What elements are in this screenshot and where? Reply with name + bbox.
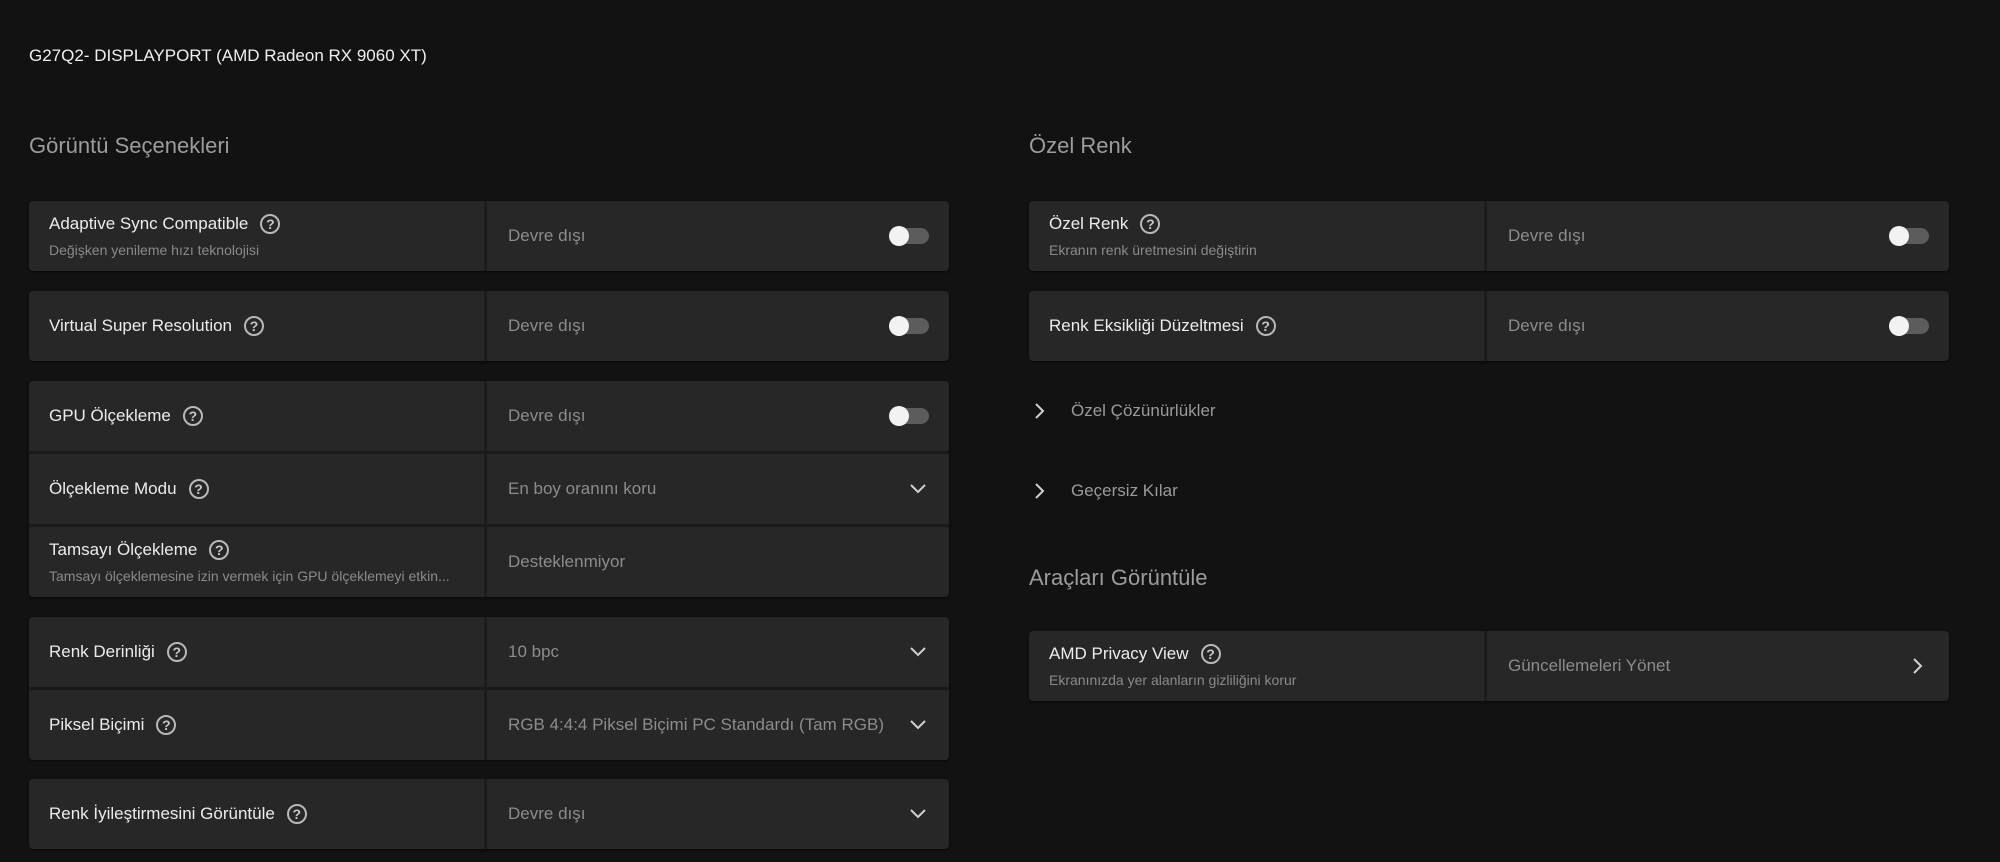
custom-resolutions-label: Özel Çözünürlükler [1071,401,1216,420]
help-icon[interactable]: ? [244,316,265,336]
integer-scaling-label: Tamsayı Ölçekleme [49,540,198,559]
color-depth-dropdown[interactable]: Renk Derinliği ? 10 bpc [29,617,949,687]
adaptive-sync-subtitle: Değişken yenileme hızı teknolojisi [49,242,260,258]
color-deficiency-value: Devre dışı [1508,316,1586,335]
custom-color-card: Özel Renk ? Ekranın renk üretmesini deği… [1029,201,1949,271]
gpu-scaling-toggle[interactable] [889,406,929,426]
color-depth-label: Renk Derinliği [49,642,155,661]
help-icon[interactable]: ? [1255,316,1276,336]
overrides-label: Geçersiz Kılar [1071,481,1178,500]
manage-updates-link[interactable]: Güncellemeleri Yönet [1508,656,1670,676]
scaling-mode-dropdown[interactable]: Ölçekleme Modu ? En boy oranını koru [29,451,949,524]
custom-resolutions-expander[interactable]: Özel Çözünürlükler [1029,400,1216,422]
chevron-down-icon[interactable] [907,478,929,500]
section-title-custom-color: Özel Renk [1029,133,1132,158]
overrides-expander[interactable]: Geçersiz Kılar [1029,480,1178,502]
display-name: G27Q2- DISPLAYPORT (AMD Radeon RX 9060 X… [29,46,427,65]
privacy-view-label: AMD Privacy View [1049,644,1189,663]
help-icon[interactable]: ? [188,479,209,499]
color-format-card: Renk Derinliği ? 10 bpc Piksel Biçimi ? … [29,617,949,760]
chevron-down-icon[interactable] [907,641,929,663]
color-enhancement-dropdown[interactable]: Renk İyileştirmesini Görüntüle ? Devre d… [29,779,949,849]
help-icon[interactable]: ? [260,214,281,234]
chevron-down-icon[interactable] [907,714,929,736]
vsr-value: Devre dışı [508,316,586,335]
chevron-right-icon [1029,480,1051,502]
pixel-format-label: Piksel Biçimi [49,715,145,734]
chevron-right-icon [1029,400,1051,422]
vsr-label: Virtual Super Resolution [49,316,233,335]
vsr-card: Virtual Super Resolution ? Devre dışı [29,291,949,361]
help-icon[interactable]: ? [1140,214,1161,234]
custom-color-toggle[interactable] [1889,226,1929,246]
privacy-view-card: AMD Privacy View ? Ekranınızda yer alanl… [1029,631,1949,701]
privacy-view-subtitle: Ekranınızda yer alanların gizliliğini ko… [1049,672,1297,688]
adaptive-sync-label: Adaptive Sync Compatible [49,214,249,233]
adaptive-sync-value: Devre dışı [508,226,586,245]
integer-scaling-subtitle: Tamsayı ölçeklemesine izin vermek için G… [49,568,450,584]
custom-color-value: Devre dışı [1508,226,1586,245]
help-icon[interactable]: ? [156,715,177,735]
privacy-view-row[interactable]: AMD Privacy View ? Ekranınızda yer alanl… [1029,631,1949,701]
color-enhancement-value: Devre dışı [508,804,586,823]
scaling-mode-label: Ölçekleme Modu [49,479,177,498]
integer-scaling-value: Desteklenmiyor [508,552,626,571]
custom-color-subtitle: Ekranın renk üretmesini değiştirin [1049,242,1257,258]
color-deficiency-card: Renk Eksikliği Düzeltmesi ? Devre dışı [1029,291,1949,361]
help-icon[interactable]: ? [182,406,203,426]
help-icon[interactable]: ? [166,642,187,662]
section-title-display-tools: Araçları Görüntüle [1029,565,1208,590]
color-deficiency-label: Renk Eksikliği Düzeltmesi [1049,316,1244,335]
color-enhancement-label: Renk İyileştirmesini Görüntüle [49,804,275,823]
chevron-right-icon[interactable] [1907,655,1929,677]
pixel-format-value: RGB 4:4:4 Piksel Biçimi PC Standardı (Ta… [508,715,885,734]
color-enhancement-card: Renk İyileştirmesini Görüntüle ? Devre d… [29,779,949,849]
help-icon[interactable]: ? [209,540,230,560]
scaling-mode-value: En boy oranını koru [508,479,657,498]
color-depth-value: 10 bpc [508,642,560,661]
gpu-scaling-value: Devre dışı [508,406,586,425]
color-deficiency-toggle[interactable] [1889,316,1929,336]
chevron-down-icon[interactable] [907,803,929,825]
vsr-toggle[interactable] [889,316,929,336]
custom-color-label: Özel Renk [1049,214,1129,233]
help-icon[interactable]: ? [286,804,307,824]
help-icon[interactable]: ? [1200,644,1221,664]
pixel-format-dropdown[interactable]: Piksel Biçimi ? RGB 4:4:4 Piksel Biçimi … [29,687,949,760]
adaptive-sync-toggle[interactable] [889,226,929,246]
adaptive-sync-card: Adaptive Sync Compatible ? Değişken yeni… [29,201,949,271]
gpu-scaling-card: GPU Ölçekleme ? Devre dışı Ölçekleme Mod… [29,381,949,597]
section-title-display-options: Görüntü Seçenekleri [29,133,230,158]
gpu-scaling-label: GPU Ölçekleme [49,406,171,425]
